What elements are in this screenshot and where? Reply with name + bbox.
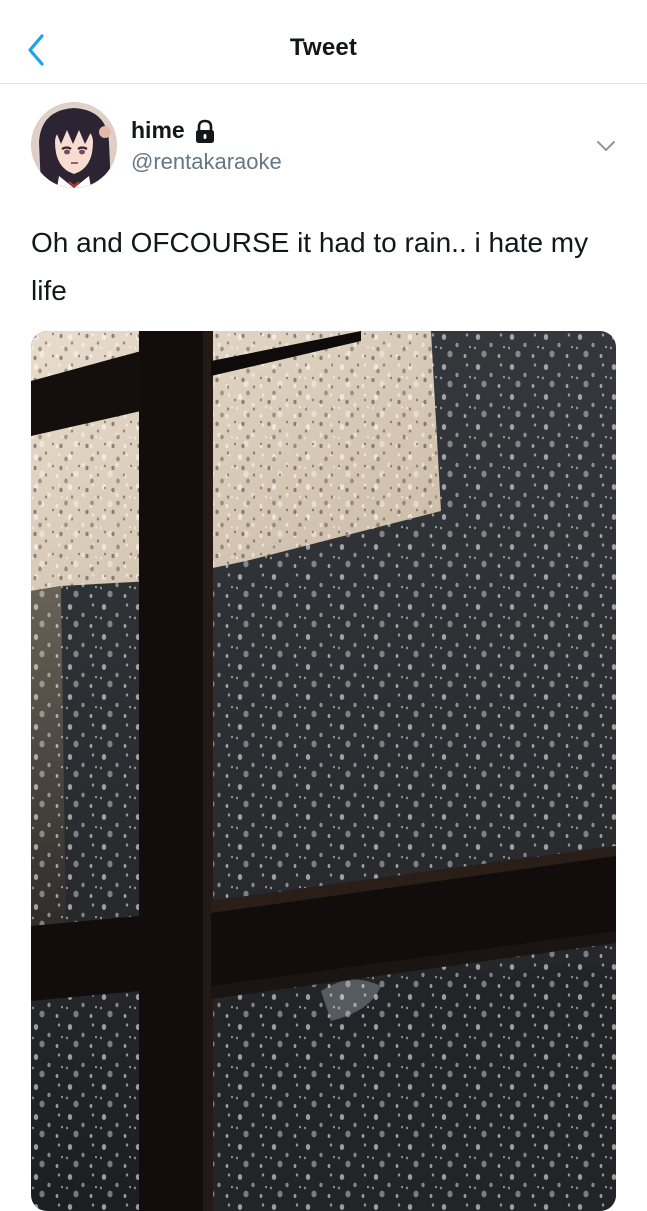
page-title: Tweet — [289, 34, 358, 61]
avatar-image — [31, 102, 117, 188]
user-handle[interactable]: @rentakaraoke — [131, 149, 282, 175]
display-name[interactable]: hime — [131, 117, 185, 144]
lock-icon — [196, 119, 214, 143]
avatar[interactable] — [31, 102, 117, 188]
tweet-text: Oh and OFCOURSE it had to rain.. i hate … — [31, 227, 589, 306]
rainy-window-image — [31, 331, 616, 1211]
chevron-down-icon — [597, 141, 615, 151]
tweet-photo[interactable] — [31, 331, 616, 1211]
top-navigation-bar: Tweet — [0, 0, 647, 84]
more-options-button[interactable] — [592, 134, 620, 158]
